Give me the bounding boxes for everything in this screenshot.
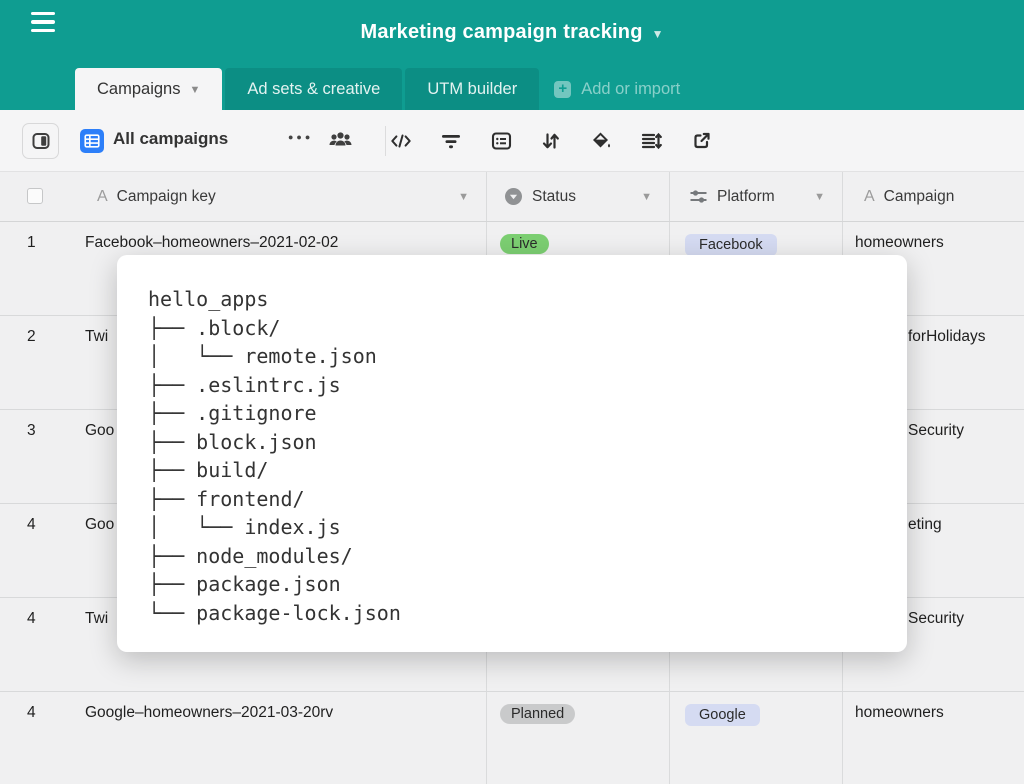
tab-ad-sets-creative[interactable]: Ad sets & creative <box>225 68 402 110</box>
airtable-app: Marketing campaign tracking ▼ Campaigns … <box>0 0 1024 784</box>
chevron-down-icon: ▼ <box>652 24 664 41</box>
share-icon[interactable] <box>690 130 712 152</box>
code-icon[interactable] <box>390 130 412 152</box>
multi-select-icon <box>689 187 708 206</box>
text-field-icon: A <box>864 188 875 206</box>
tab-label: Ad sets & creative <box>247 80 380 99</box>
cell-status[interactable]: Planned <box>487 692 670 784</box>
column-label: Platform <box>717 188 775 206</box>
column-header-status[interactable]: Status ▼ <box>487 172 670 221</box>
tree-line: │ └── remote.json <box>148 342 907 371</box>
grid-view-icon[interactable] <box>80 129 104 153</box>
chevron-down-icon: ▼ <box>189 82 200 96</box>
row-number: 4 <box>0 692 83 784</box>
file-tree-popup: hello_apps ├── .block/ │ └── remote.json… <box>117 255 907 652</box>
text-field-icon: A <box>97 188 108 206</box>
column-label: Campaign <box>884 188 955 206</box>
row-height-icon[interactable] <box>640 130 662 152</box>
base-title-bar[interactable]: Marketing campaign tracking ▼ <box>0 0 1024 65</box>
row-number: 4 <box>0 504 83 597</box>
collaborators-icon[interactable] <box>328 129 353 151</box>
paint-icon[interactable] <box>590 130 612 152</box>
sidebar-toggle-icon <box>31 131 51 151</box>
tree-line: ├── .block/ <box>148 314 907 343</box>
menu-icon[interactable] <box>31 12 55 32</box>
row-number: 1 <box>0 222 83 315</box>
tree-line: ├── .eslintrc.js <box>148 371 907 400</box>
add-or-import-button[interactable]: + Add or import <box>554 68 680 110</box>
tab-campaigns[interactable]: Campaigns ▼ <box>75 68 222 110</box>
tree-line: ├── build/ <box>148 456 907 485</box>
tree-line: ├── block.json <box>148 428 907 457</box>
table-row[interactable]: 4 Google–homeowners–2021-03-20rv Planned… <box>0 692 1024 784</box>
status-badge[interactable]: Live <box>500 234 549 254</box>
chevron-down-icon[interactable]: ▼ <box>814 191 825 203</box>
grid-header-row: A Campaign key ▼ Status ▼ Plat <box>0 172 1024 222</box>
single-select-icon <box>504 187 523 206</box>
app-header: Marketing campaign tracking ▼ Campaigns … <box>0 0 1024 110</box>
tree-line: ├── package.json <box>148 570 907 599</box>
cell-campaign-key[interactable]: Google–homeowners–2021-03-20rv <box>83 692 487 784</box>
chevron-down-icon[interactable]: ▼ <box>458 191 469 203</box>
column-header-campaign[interactable]: A Campaign <box>843 172 1024 221</box>
column-label: Status <box>532 188 576 206</box>
plus-icon: + <box>554 81 571 98</box>
row-number: 3 <box>0 410 83 503</box>
page-title: Marketing campaign tracking <box>360 21 642 44</box>
column-header-platform[interactable]: Platform ▼ <box>670 172 843 221</box>
column-label: Campaign key <box>117 188 216 206</box>
tree-line: ├── node_modules/ <box>148 542 907 571</box>
table-tabs: Campaigns ▼ Ad sets & creative UTM build… <box>0 65 1024 110</box>
tree-line: └── package-lock.json <box>148 599 907 628</box>
filter-icon[interactable] <box>440 130 462 152</box>
cell-platform[interactable]: Google <box>670 692 843 784</box>
tab-label: Campaigns <box>97 80 180 99</box>
status-badge[interactable]: Planned <box>500 704 575 724</box>
tab-utm-builder[interactable]: UTM builder <box>405 68 539 110</box>
select-all-cell <box>0 172 83 221</box>
more-icon[interactable]: ●●● <box>288 132 313 142</box>
toggle-sidebar-button[interactable] <box>22 123 59 159</box>
platform-badge[interactable]: Facebook <box>685 234 777 256</box>
platform-badge[interactable]: Google <box>685 704 760 726</box>
toolbar-divider <box>385 126 386 156</box>
select-all-checkbox[interactable] <box>27 188 43 204</box>
column-header-campaign-key[interactable]: A Campaign key ▼ <box>83 172 487 221</box>
row-number: 2 <box>0 316 83 409</box>
tab-label: UTM builder <box>427 80 517 99</box>
chevron-down-icon[interactable]: ▼ <box>641 191 652 203</box>
view-toolbar: All campaigns ●●● <box>0 110 1024 172</box>
tree-line: ├── frontend/ <box>148 485 907 514</box>
tree-line: hello_apps <box>148 285 907 314</box>
group-icon[interactable] <box>490 130 512 152</box>
tree-line: │ └── index.js <box>148 513 907 542</box>
cell-campaign[interactable]: homeowners <box>843 692 1024 784</box>
view-name[interactable]: All campaigns <box>113 129 228 149</box>
sort-icon[interactable] <box>540 130 562 152</box>
tree-line: ├── .gitignore <box>148 399 907 428</box>
row-number: 4 <box>0 598 83 691</box>
add-or-import-label: Add or import <box>581 80 680 99</box>
